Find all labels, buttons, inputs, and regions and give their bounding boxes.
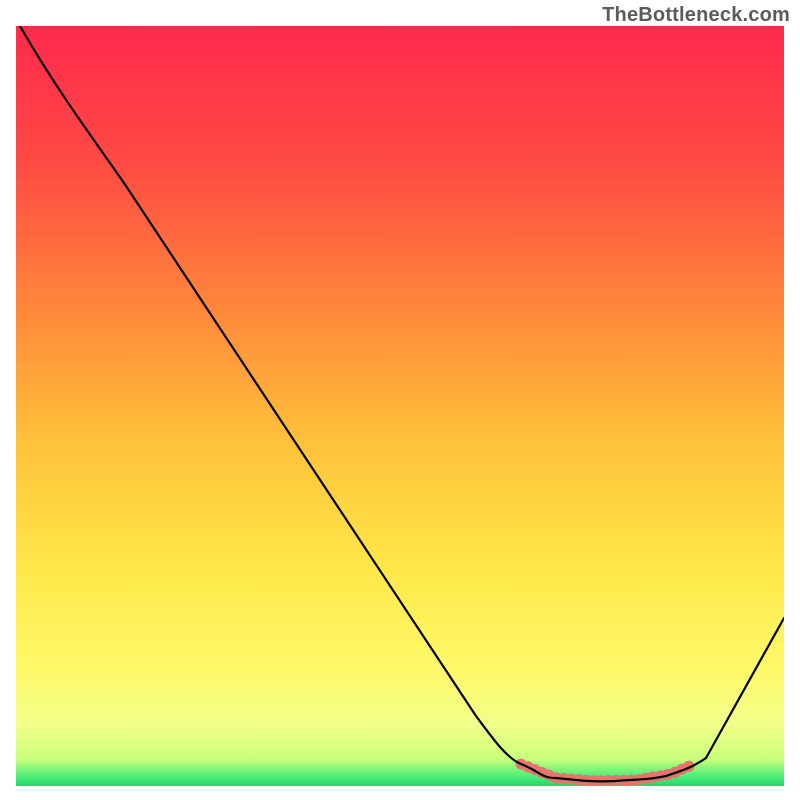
background-gradient	[16, 26, 784, 786]
chart-container: TheBottleneck.com	[0, 0, 800, 800]
plot-area	[16, 26, 784, 786]
watermark-label: TheBottleneck.com	[602, 4, 790, 27]
gradient-rect	[16, 26, 784, 786]
